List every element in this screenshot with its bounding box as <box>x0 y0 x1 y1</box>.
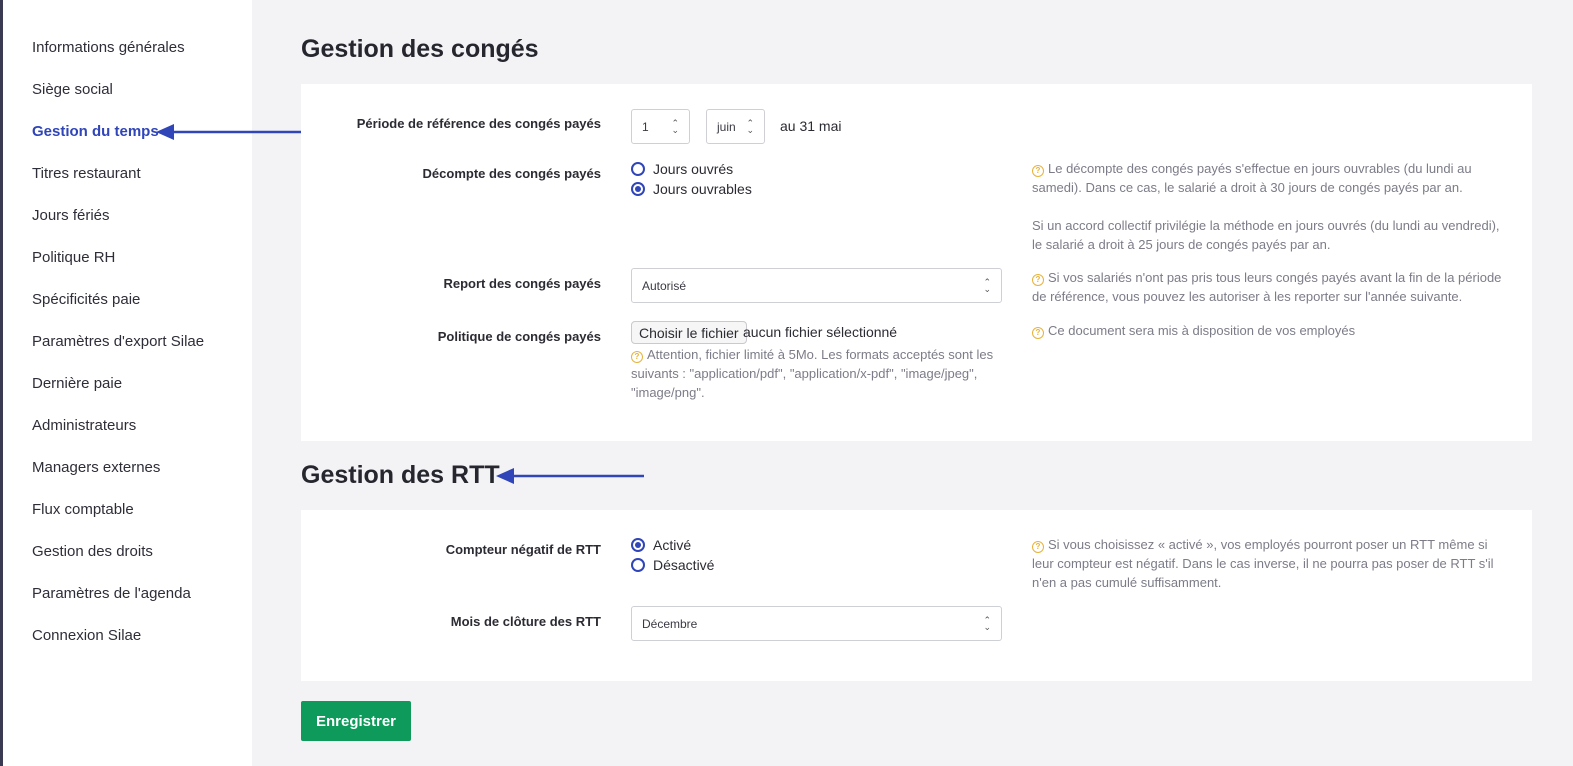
sidebar-item-jours-feries[interactable]: Jours fériés <box>32 207 110 224</box>
chevron-updown-icon: ⌃ ⌄ <box>983 276 991 294</box>
sidebar-item-gestion-du-temps[interactable]: Gestion du temps <box>32 123 159 140</box>
politique-label: Politique de congés payés <box>437 329 601 344</box>
decompte-help-text-2: Si un accord collectif privilégie la mét… <box>1032 218 1500 252</box>
file-note: ? Attention, fichier limité à 5Mo. Les fo… <box>631 345 1001 402</box>
periode-day-select[interactable]: 1 ⌃ ⌄ <box>631 109 690 144</box>
annotation-arrow-rtt <box>496 468 644 484</box>
periode-label: Période de référence des congés payés <box>356 116 601 131</box>
decompte-help: ? Le décompte des congés payés s'effectue… <box>1032 159 1512 254</box>
sidebar-item-managers-externes[interactable]: Managers externes <box>32 459 160 476</box>
sidebar-item-flux-comptable[interactable]: Flux comptable <box>32 501 134 518</box>
help-icon: ? <box>631 351 643 363</box>
decompte-label: Décompte des congés payés <box>422 166 601 181</box>
radio-jours-ouvrables-label: Jours ouvrables <box>653 181 752 197</box>
radio-jours-ouvrables[interactable]: Jours ouvrables <box>631 181 752 197</box>
decompte-help-text-1: Le décompte des congés payés s'effectue … <box>1032 161 1472 195</box>
compteur-help: ? Si vous choisissez « activé », vos empl… <box>1032 535 1512 592</box>
radio-active-indicator[interactable] <box>631 538 645 552</box>
radio-jours-ouvres[interactable]: Jours ouvrés <box>631 161 733 177</box>
radio-jours-ouvrables-indicator[interactable] <box>631 182 645 196</box>
help-icon: ? <box>1032 274 1044 286</box>
cloture-label: Mois de clôture des RTT <box>450 614 601 629</box>
periode-day-value: 1 <box>642 119 649 134</box>
politique-help-text: Ce document sera mis à disposition de vo… <box>1048 323 1356 338</box>
periode-suffix: au 31 mai <box>780 118 842 134</box>
sidebar-item-informations-generales[interactable]: Informations générales <box>32 39 185 56</box>
sidebar-item-connexion-silae[interactable]: Connexion Silae <box>32 627 141 644</box>
annotation-arrow-sidebar <box>156 124 305 140</box>
sidebar-item-derniere-paie[interactable]: Dernière paie <box>32 375 122 392</box>
sidebar-item-gestion-des-droits[interactable]: Gestion des droits <box>32 543 153 560</box>
compteur-help-text: Si vous choisissez « activé », vos emplo… <box>1032 537 1494 590</box>
chevron-updown-icon: ⌃ ⌄ <box>746 117 754 135</box>
choose-file-button[interactable]: Choisir le fichier <box>631 321 747 344</box>
no-file-text: aucun fichier sélectionné <box>743 324 898 340</box>
compteur-label: Compteur négatif de RTT <box>445 542 601 557</box>
sidebar-item-politique-rh[interactable]: Politique RH <box>32 249 115 266</box>
radio-desactive[interactable]: Désactivé <box>631 557 714 573</box>
radio-active[interactable]: Activé <box>631 537 691 553</box>
report-label: Report des congés payés <box>443 276 602 291</box>
help-icon: ? <box>1032 327 1044 339</box>
cloture-select[interactable]: Décembre ⌃ ⌄ <box>631 606 1002 641</box>
sidebar-item-export-silae[interactable]: Paramètres d'export Silae <box>32 333 204 350</box>
sidebar-item-administrateurs[interactable]: Administrateurs <box>32 417 136 434</box>
help-icon: ? <box>1032 541 1044 553</box>
radio-desactive-indicator[interactable] <box>631 558 645 572</box>
sidebar-item-specificites-paie[interactable]: Spécificités paie <box>32 291 140 308</box>
file-note-text: Attention, fichier limité à 5Mo. Les for… <box>631 347 994 400</box>
save-button[interactable]: Enregistrer <box>301 701 411 741</box>
periode-month-value: juin <box>717 119 736 134</box>
report-help: ? Si vos salariés n'ont pas pris tous leu… <box>1032 268 1512 306</box>
sidebar-item-siege-social[interactable]: Siège social <box>32 81 113 98</box>
rtt-section-title: Gestion des RTT <box>301 461 500 489</box>
sidebar-item-titres-restaurant[interactable]: Titres restaurant <box>32 165 141 182</box>
sidebar-item-parametres-agenda[interactable]: Paramètres de l'agenda <box>32 585 191 602</box>
help-icon: ? <box>1032 165 1044 177</box>
report-help-text: Si vos salariés n'ont pas pris tous leur… <box>1032 270 1502 304</box>
radio-active-label: Activé <box>653 537 692 553</box>
chevron-updown-icon: ⌃ ⌄ <box>671 117 679 135</box>
radio-jours-ouvres-indicator[interactable] <box>631 162 645 176</box>
conges-section-title: Gestion des congés <box>301 35 539 63</box>
cloture-select-value: Décembre <box>642 616 698 631</box>
report-select[interactable]: Autorisé ⌃ ⌄ <box>631 268 1002 303</box>
politique-help: ? Ce document sera mis à disposition de v… <box>1032 321 1512 340</box>
periode-month-select[interactable]: juin ⌃ ⌄ <box>706 109 765 144</box>
settings-sidebar: Informations générales Siège social Gest… <box>3 0 252 766</box>
radio-jours-ouvres-label: Jours ouvrés <box>653 161 734 177</box>
chevron-updown-icon: ⌃ ⌄ <box>983 614 991 632</box>
report-select-value: Autorisé <box>642 278 687 293</box>
radio-desactive-label: Désactivé <box>653 557 715 573</box>
